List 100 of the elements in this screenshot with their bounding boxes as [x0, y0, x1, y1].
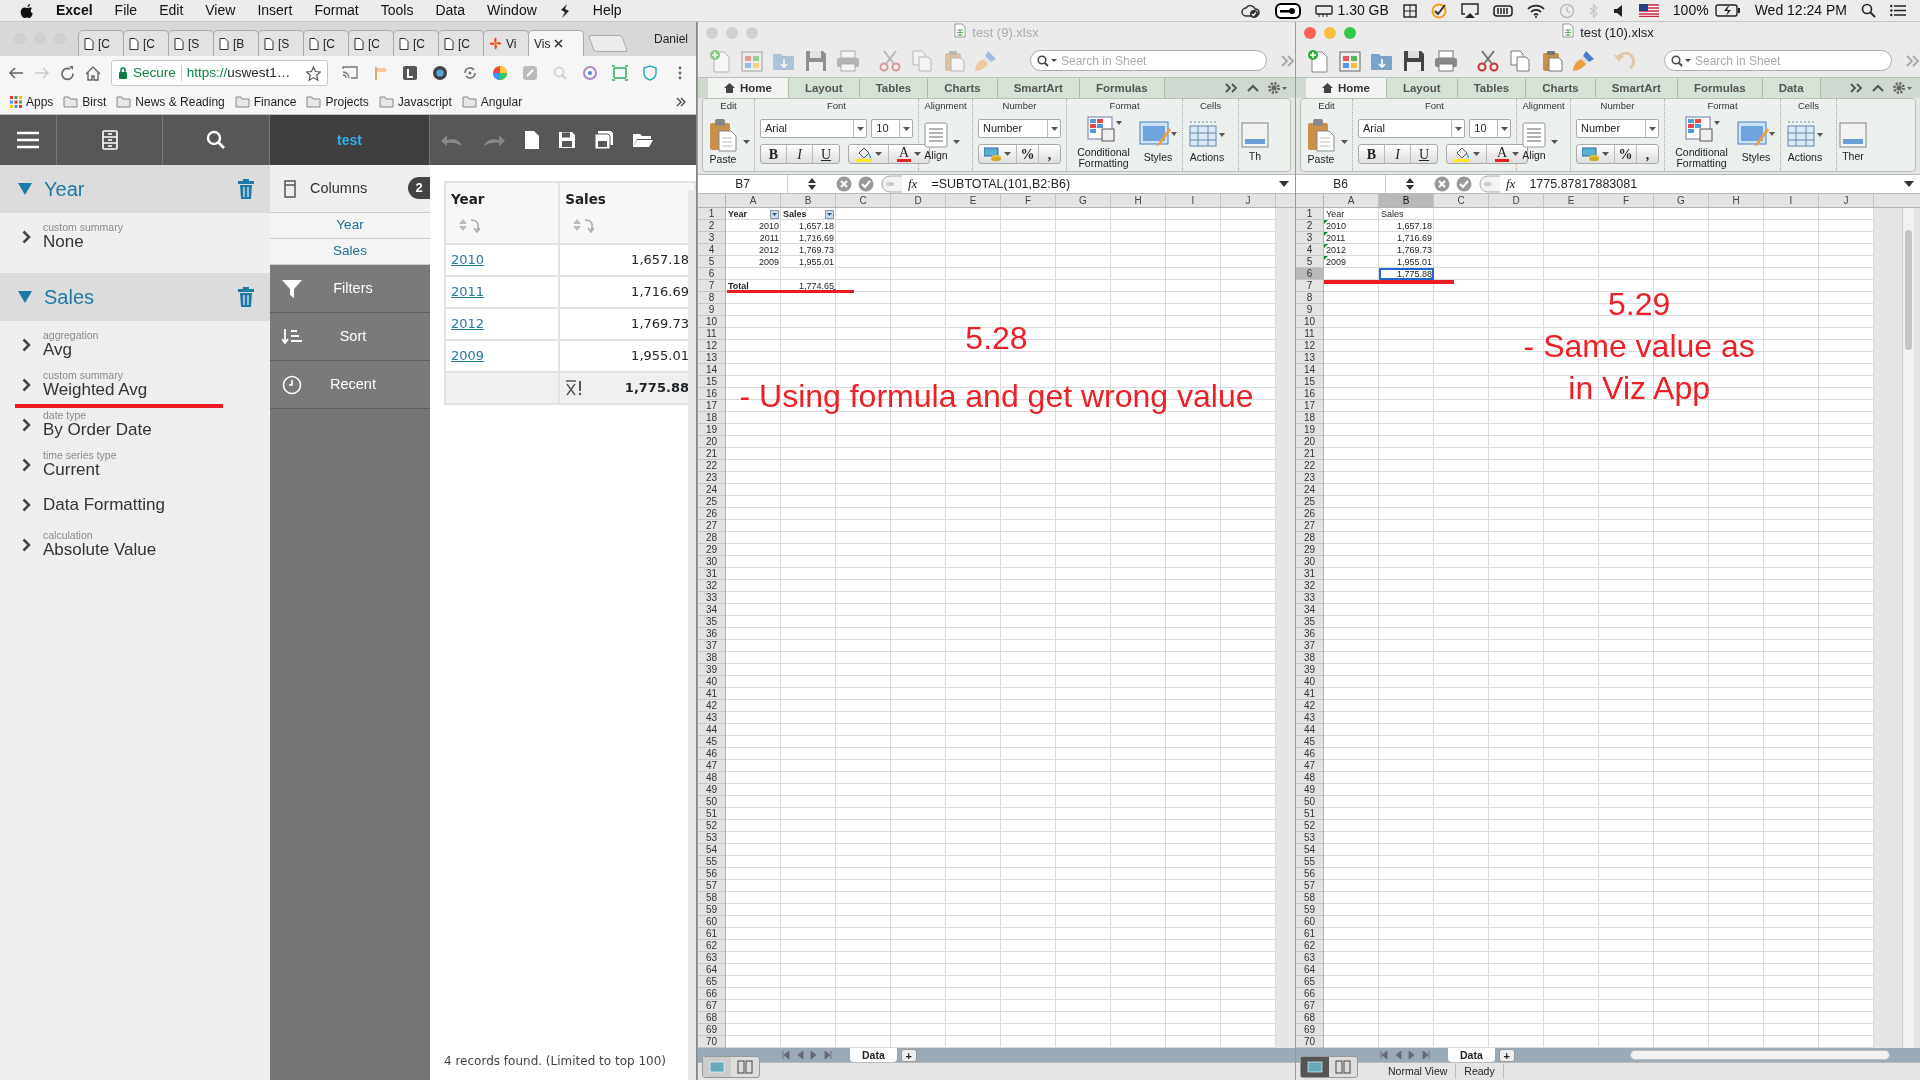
- dropdown-icon[interactable]: [1279, 181, 1289, 188]
- row-header[interactable]: 42: [698, 700, 725, 713]
- ribbon-tab[interactable]: Formulas: [1079, 78, 1165, 99]
- bookmark[interactable]: Apps: [10, 93, 54, 111]
- row-header[interactable]: 24: [698, 484, 725, 497]
- row-header[interactable]: 59: [698, 904, 725, 917]
- menu-item[interactable]: Data: [435, 0, 465, 21]
- row-header[interactable]: 47: [698, 760, 725, 773]
- ring-icon[interactable]: [582, 65, 598, 81]
- browser-tab[interactable]: [C: [78, 30, 124, 56]
- conditional-formatting-button[interactable]: Conditional Formatting: [1670, 114, 1733, 169]
- row-header[interactable]: 68: [698, 1012, 725, 1025]
- ribbon-tab[interactable]: SmartArt: [1595, 78, 1678, 99]
- gear-icon[interactable]: [1892, 81, 1912, 96]
- row-header[interactable]: 25: [698, 496, 725, 509]
- row-header[interactable]: 17: [1296, 400, 1323, 413]
- cell[interactable]: Year: [726, 208, 781, 221]
- column-header[interactable]: B: [1379, 194, 1434, 208]
- menu-item[interactable]: View: [205, 0, 236, 21]
- row-header[interactable]: 60: [1296, 916, 1323, 929]
- function-label[interactable]: fx: [908, 174, 918, 194]
- menu-clock[interactable]: Wed 12:24 PM: [1754, 0, 1847, 21]
- wifi-icon[interactable]: [1526, 3, 1545, 18]
- color-wheel-icon[interactable]: [492, 65, 508, 81]
- cast-icon[interactable]: [342, 65, 358, 81]
- row-header[interactable]: 69: [1296, 1024, 1323, 1037]
- row-header[interactable]: 50: [1296, 796, 1323, 809]
- column-header[interactable]: E: [946, 194, 1001, 208]
- cell[interactable]: 1,657.18: [781, 220, 836, 233]
- paste-button[interactable]: Paste: [1306, 118, 1336, 166]
- row-header[interactable]: 64: [698, 964, 725, 977]
- row-header[interactable]: 45: [1296, 736, 1323, 749]
- row-header[interactable]: 19: [698, 424, 725, 437]
- trash-icon[interactable]: [238, 179, 254, 199]
- ribbon-tab[interactable]: Layout: [788, 78, 860, 99]
- row-header[interactable]: 17: [698, 400, 725, 413]
- new-document-icon[interactable]: [1306, 48, 1330, 73]
- row-header[interactable]: 61: [698, 928, 725, 941]
- row-header[interactable]: 35: [698, 616, 725, 629]
- bookmark[interactable]: News & Reading: [116, 93, 225, 111]
- shield-icon[interactable]: [642, 65, 658, 81]
- row-header[interactable]: 25: [1296, 496, 1323, 509]
- conditional-formatting-button[interactable]: Conditional Formatting: [1072, 114, 1135, 169]
- row-header[interactable]: 36: [698, 628, 725, 641]
- row-header[interactable]: 56: [1296, 868, 1323, 881]
- chevron-icon[interactable]: [22, 230, 31, 244]
- row-header[interactable]: 42: [1296, 700, 1323, 713]
- row-header[interactable]: 35: [1296, 616, 1323, 629]
- row-header[interactable]: 1: [1296, 208, 1323, 221]
- number-style-button[interactable]: ,: [1637, 145, 1658, 164]
- row-header[interactable]: 24: [1296, 484, 1323, 497]
- row-header[interactable]: 7: [698, 280, 725, 293]
- screen-frame-icon[interactable]: [612, 65, 628, 81]
- row-header[interactable]: 20: [698, 436, 725, 449]
- row-header[interactable]: 41: [1296, 688, 1323, 701]
- column-header[interactable]: D: [1489, 194, 1544, 208]
- menu-item[interactable]: File: [114, 0, 138, 21]
- formula-text[interactable]: =SUBTOTAL(101,B2:B6): [923, 174, 1273, 194]
- format-button[interactable]: B: [1359, 145, 1385, 164]
- row-header[interactable]: 1: [698, 208, 725, 221]
- add-sheet-button[interactable]: +: [900, 1048, 917, 1062]
- folder-icon[interactable]: [632, 132, 654, 148]
- row-header[interactable]: 22: [698, 460, 725, 473]
- styles-button[interactable]: Styles: [1139, 120, 1177, 164]
- row-header[interactable]: 53: [698, 832, 725, 845]
- cell[interactable]: 1,775.88: [1379, 268, 1434, 281]
- row-header[interactable]: 18: [1296, 412, 1323, 425]
- caret-icon[interactable]: [1512, 152, 1519, 157]
- sheet-navigation-icon[interactable]: [782, 1051, 832, 1060]
- cell[interactable]: 1,657.18: [1379, 220, 1434, 233]
- row-header[interactable]: 34: [1296, 604, 1323, 617]
- browser-tab[interactable]: [B: [213, 30, 259, 56]
- year-link[interactable]: 2011: [451, 284, 485, 300]
- align-button[interactable]: Align: [924, 122, 948, 162]
- caret-icon[interactable]: [743, 139, 750, 144]
- row-header[interactable]: 4: [1296, 244, 1323, 257]
- search-icon[interactable]: [206, 130, 226, 150]
- dropdown-icon[interactable]: [1904, 181, 1914, 188]
- name-box[interactable]: B7: [698, 175, 788, 194]
- app-menu[interactable]: Excel: [56, 0, 93, 21]
- column-header[interactable]: E: [1544, 194, 1599, 208]
- row-header[interactable]: 66: [698, 988, 725, 1001]
- property-value[interactable]: Absolute Value: [43, 540, 157, 560]
- cell[interactable]: 2009: [1324, 256, 1379, 269]
- cabinet-icon[interactable]: [101, 130, 118, 150]
- chevrons-icon[interactable]: [676, 97, 686, 107]
- actions-button[interactable]: Actions: [1786, 120, 1824, 164]
- actions-button[interactable]: Actions: [1188, 120, 1226, 164]
- column-header[interactable]: G: [1654, 194, 1709, 208]
- triangle-down-icon[interactable]: [18, 291, 32, 303]
- cell[interactable]: 1,769.73: [781, 244, 836, 257]
- row-header[interactable]: 43: [698, 712, 725, 725]
- collapse-icon[interactable]: [1247, 84, 1259, 93]
- row-header[interactable]: 67: [1296, 1000, 1323, 1013]
- browser-tab[interactable]: [C: [303, 30, 349, 56]
- triangle-down-icon[interactable]: [18, 183, 32, 195]
- menu-item[interactable]: Edit: [159, 0, 184, 21]
- name-box[interactable]: B6: [1296, 175, 1386, 194]
- row-header[interactable]: 14: [698, 364, 725, 377]
- column-header[interactable]: J: [1819, 194, 1874, 208]
